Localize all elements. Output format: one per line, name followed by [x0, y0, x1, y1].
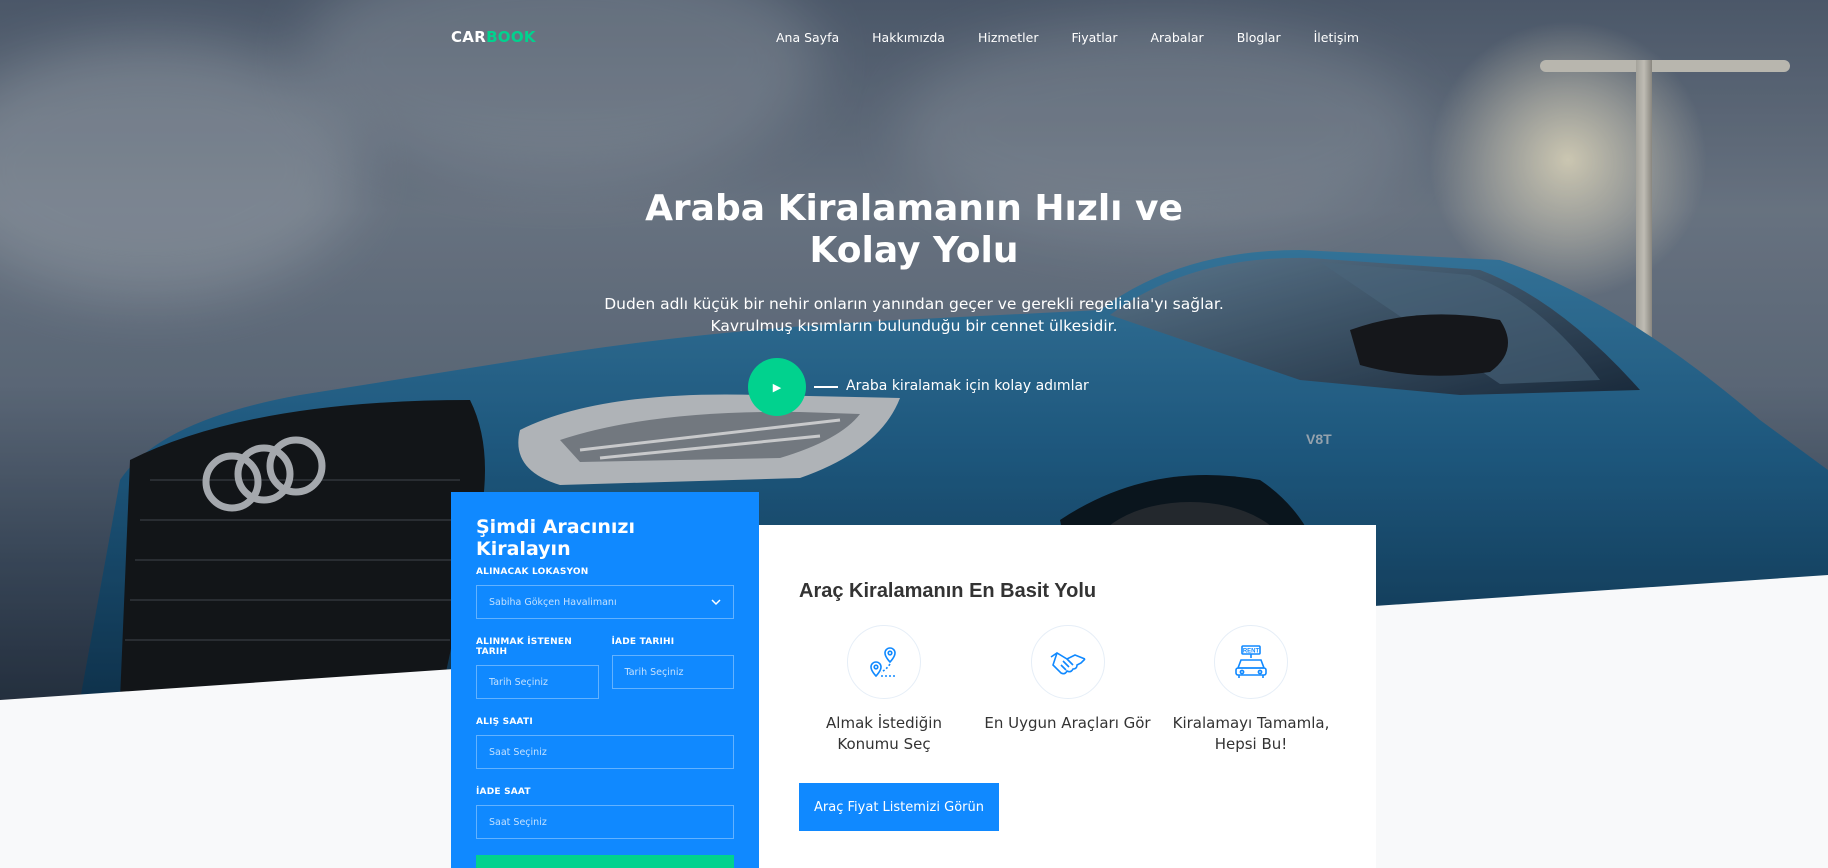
step-text: Almak İstediğin Konumu Seç	[826, 714, 942, 753]
step-icon-circle	[1030, 625, 1105, 699]
how-it-works-title: Araç Kiralamanın En Basit Yolu	[799, 580, 1097, 602]
step-item: En Uygun Araçları Gör	[983, 625, 1153, 755]
hero-subtitle: Duden adlı küçük bir nehir onların yanın…	[564, 293, 1264, 337]
step-text: Kiralamayı Tamamla, Hepsi Bu!	[1172, 714, 1330, 753]
step-icon-circle: RENT	[1214, 625, 1288, 699]
nav-item-fiyatlar[interactable]: Fiyatlar	[1072, 30, 1118, 45]
nav-item-hakkimizda[interactable]: Hakkımızda	[872, 30, 945, 45]
pickup-date-field[interactable]: Tarih Seçiniz	[476, 665, 599, 699]
how-it-works-card: Araç Kiralamanın En Basit Yolu Almak İst…	[759, 525, 1376, 868]
return-date-label: İADE TARIHI	[611, 637, 675, 647]
top-navbar: CARBOOK Ana Sayfa Hakkımızda Hizmetler F…	[451, 26, 1359, 48]
pickup-location-label: ALINACAK LOKASYON	[476, 567, 589, 577]
play-divider-line	[814, 386, 838, 388]
rent-car-icon: RENT	[1235, 645, 1267, 678]
play-icon: ▶	[772, 380, 782, 394]
hero-title-line1: Araba Kiralamanın Hızlı ve	[645, 188, 1183, 229]
steps-list: Almak İstediğin Konumu Seç En Uygun Araç…	[799, 625, 1336, 755]
play-video-button[interactable]: ▶	[748, 358, 806, 416]
pickup-location-select[interactable]: Sabiha Gökçen Havalimanı	[476, 585, 734, 619]
pickup-time-field[interactable]: Saat Seçiniz	[476, 735, 734, 769]
booking-form-title: Şimdi Aracınızı Kiralayın	[476, 516, 636, 560]
brand-logo-part2: BOOK	[486, 28, 536, 46]
return-time-field[interactable]: Saat Seçiniz	[476, 805, 734, 839]
return-time-placeholder: Saat Seçiniz	[489, 816, 547, 828]
hero-subtitle-line1: Duden adlı küçük bir nehir onların yanın…	[604, 295, 1224, 313]
hero-subtitle-line2: Kavrulmuş kısımların bulunduğu bir cenne…	[710, 317, 1118, 335]
hero-title-line2: Kolay Yolu	[809, 230, 1019, 271]
nav-item-bloglar[interactable]: Bloglar	[1237, 30, 1281, 45]
nav-item-ana-sayfa[interactable]: Ana Sayfa	[776, 30, 839, 45]
pickup-date-placeholder: Tarih Seçiniz	[489, 676, 549, 688]
chevron-down-icon	[711, 598, 721, 605]
brand-logo-part1: CAR	[451, 28, 487, 46]
location-route-icon	[870, 647, 896, 678]
nav-item-arabalar[interactable]: Arabalar	[1150, 30, 1203, 45]
nav-item-iletisim[interactable]: İletişim	[1314, 30, 1359, 45]
return-date-placeholder: Tarih Seçiniz	[624, 666, 684, 678]
pickup-time-label: ALIŞ SAATI	[476, 717, 533, 727]
list-cars-button[interactable]: Uygun Araçları Listele	[476, 855, 734, 868]
step-item: Almak İstediğin Konumu Seç	[799, 625, 969, 755]
step-item: RENT Kiralamayı Tamamla, Hepsi Bu!	[1166, 625, 1336, 755]
booking-form: Şimdi Aracınızı Kiralayın ALINACAK LOKAS…	[451, 492, 759, 868]
step-icon-circle	[847, 625, 921, 699]
rent-sign-text: RENT	[1243, 649, 1260, 655]
price-list-button[interactable]: Araç Fiyat Listemizi Görün	[799, 783, 999, 831]
handshake-icon	[1050, 652, 1086, 675]
step-text: En Uygun Araçları Gör	[984, 714, 1151, 732]
nav-item-hizmetler[interactable]: Hizmetler	[978, 30, 1039, 45]
hero-title: Araba Kiralamanın Hızlı ve Kolay Yolu	[614, 188, 1214, 272]
pickup-time-placeholder: Saat Seçiniz	[489, 746, 547, 758]
return-time-label: İADE SAAT	[476, 787, 531, 797]
pickup-location-value: Sabiha Gökçen Havalimanı	[489, 596, 617, 608]
play-video-label[interactable]: Araba kiralamak için kolay adımlar	[846, 378, 1089, 394]
brand-logo[interactable]: CARBOOK	[451, 28, 536, 46]
return-date-field[interactable]: Tarih Seçiniz	[611, 655, 734, 689]
pickup-date-label: ALINMAK İSTENEN TARIH	[476, 637, 572, 657]
main-menu: Ana Sayfa Hakkımızda Hizmetler Fiyatlar …	[776, 30, 1359, 45]
